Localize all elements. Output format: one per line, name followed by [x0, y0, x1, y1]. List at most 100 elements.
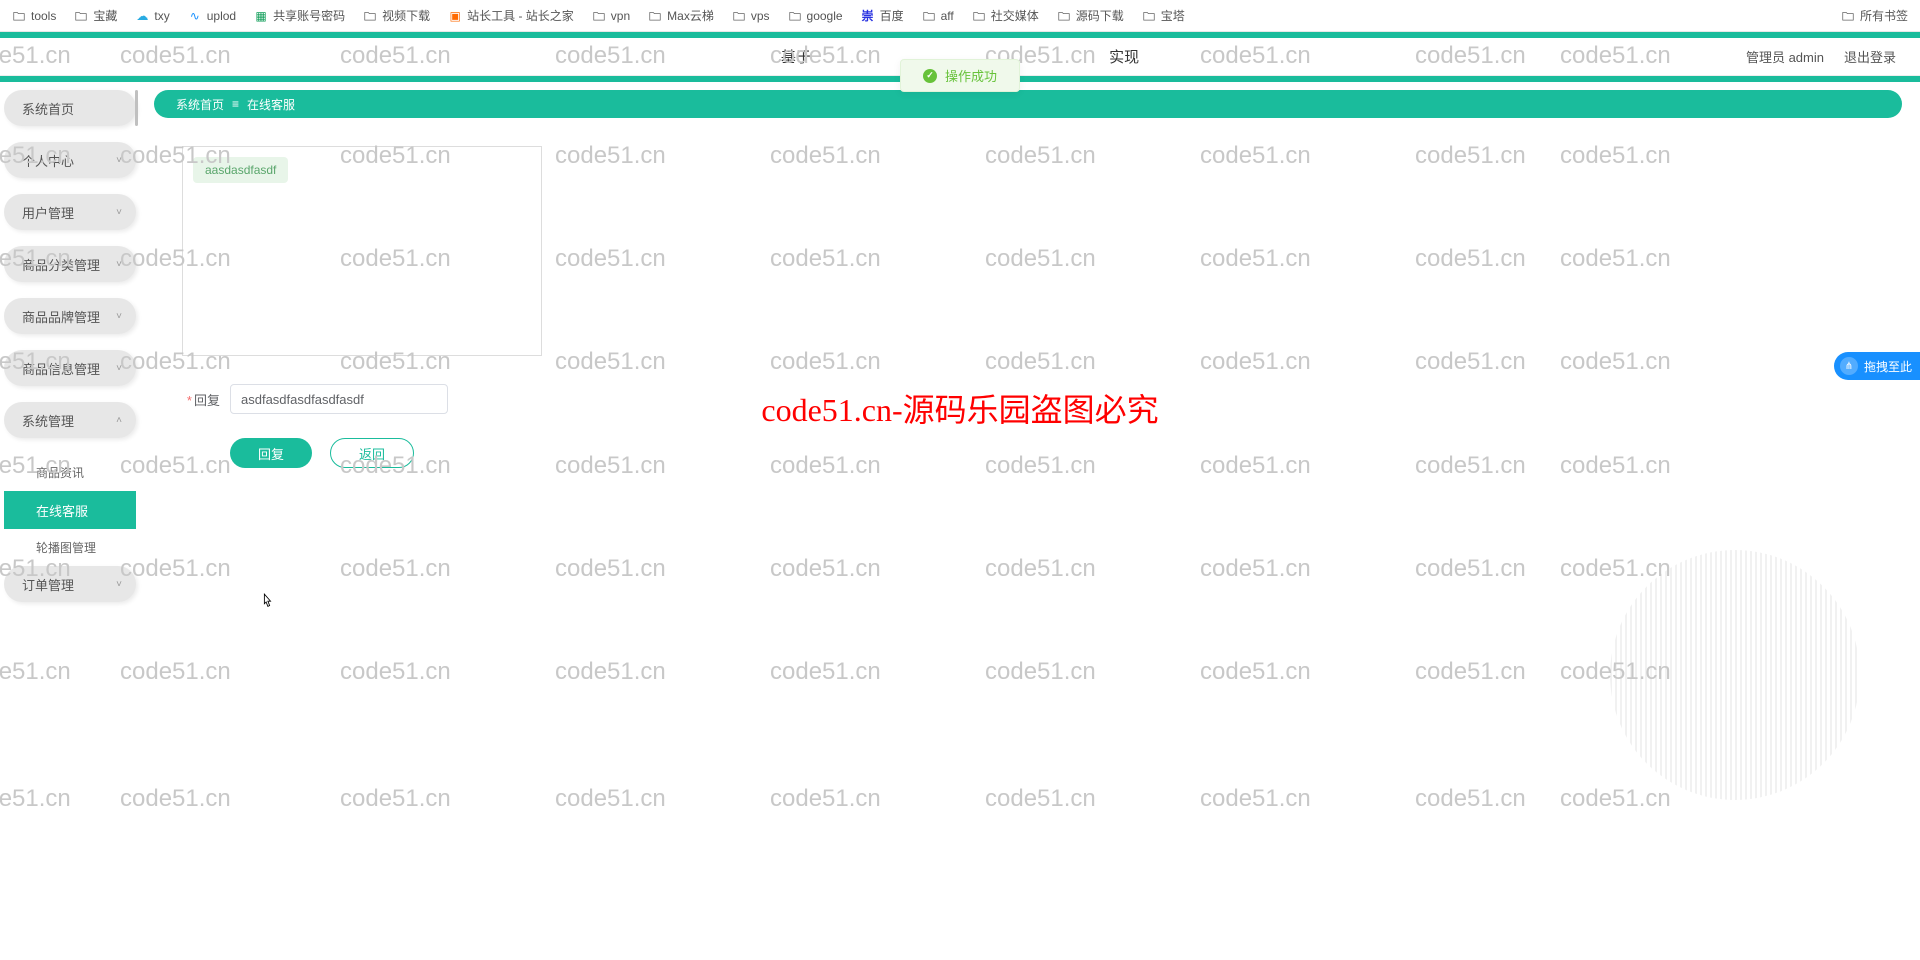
bookmark-label: 宝塔: [1161, 7, 1185, 24]
sidebar-item[interactable]: 商品品牌管理 ˅: [4, 298, 136, 334]
bookmarks-right: 所有书签: [1841, 7, 1908, 24]
logout-link[interactable]: 退出登录: [1844, 47, 1896, 66]
bookmark-item[interactable]: ∿ uplod: [188, 7, 236, 24]
bookmark-label: 宝藏: [93, 7, 117, 24]
chevron-icon: ˅: [116, 155, 122, 166]
bookmark-label: 共享账号密码: [273, 7, 345, 24]
sidebar-item-label: 系统首页: [22, 99, 74, 118]
folder-icon: [1057, 9, 1071, 23]
bookmark-label: vps: [751, 9, 770, 23]
bookmark-label: aff: [941, 9, 954, 23]
sidebar: 系统首页个人中心 ˅ 用户管理 ˅ 商品分类管理 ˅ 商品品牌管理 ˅ 商品信息管理 ˅ 系统管理 ˄…: [0, 90, 140, 960]
sidebar-item[interactable]: 系统管理 ˄: [4, 402, 136, 438]
sidebar-item[interactable]: 系统首页: [4, 90, 136, 126]
bookmark-item[interactable]: ☁ txy: [135, 7, 169, 24]
drag-here-badge[interactable]: ⋔ 拖拽至此: [1834, 352, 1920, 380]
bookmark-item[interactable]: 源码下载: [1057, 7, 1124, 24]
chevron-icon: ˅: [116, 363, 122, 374]
bookmark-label: 源码下载: [1076, 7, 1124, 24]
chevron-icon: ˅: [116, 311, 122, 322]
success-toast: ✓ 操作成功: [900, 59, 1020, 92]
sidebar-sub-item[interactable]: 轮播图管理: [4, 529, 136, 566]
bookmark-label: vpn: [611, 9, 630, 23]
sidebar-item[interactable]: 商品分类管理 ˅: [4, 246, 136, 282]
baidu-icon: 崇: [861, 9, 875, 23]
folder-icon: [1142, 9, 1156, 23]
breadcrumb-current: 在线客服: [247, 96, 295, 113]
chat-message: aasdasdfasdf: [193, 157, 288, 183]
toast-text: 操作成功: [945, 66, 997, 85]
folder-icon: [1841, 9, 1855, 23]
sidebar-item[interactable]: 商品信息管理 ˅: [4, 350, 136, 386]
bookmark-label: 百度: [880, 7, 904, 24]
sidebar-scrollbar[interactable]: [135, 90, 138, 126]
folder-icon: [732, 9, 746, 23]
fingerprint-circle-decoration: [1610, 550, 1860, 800]
sidebar-item-label: 商品品牌管理: [22, 307, 100, 326]
bookmark-item[interactable]: tools: [12, 7, 56, 24]
chat-history[interactable]: aasdasdfasdf: [182, 146, 542, 356]
folder-icon: [592, 9, 606, 23]
bookmarks-left: tools 宝藏 ☁ txy ∿ uplod ▦ 共享账号密码 视频下载 ▣ 站长工具 - 站长之家…: [12, 7, 1841, 24]
chevron-icon: ˄: [116, 415, 122, 426]
drag-here-label: 拖拽至此: [1864, 358, 1912, 375]
chevron-icon: ˅: [116, 259, 122, 270]
chevron-icon: ˅: [116, 207, 122, 218]
sidebar-item-label: 个人中心: [22, 151, 74, 170]
bookmark-item[interactable]: vps: [732, 7, 770, 24]
bookmark-item[interactable]: 视频下载: [363, 7, 430, 24]
bookmark-item[interactable]: 宝藏: [74, 7, 117, 24]
current-user-label[interactable]: 管理员 admin: [1746, 47, 1824, 66]
sidebar-item[interactable]: 个人中心 ˅: [4, 142, 136, 178]
bookmark-item[interactable]: aff: [922, 7, 954, 24]
share-icon: ⋔: [1840, 357, 1858, 375]
sidebar-item-label: 商品分类管理: [22, 255, 100, 274]
bookmark-label: google: [807, 9, 843, 23]
folder-icon: [12, 9, 26, 23]
bookmark-label: 所有书签: [1860, 7, 1908, 24]
bookmark-item[interactable]: google: [788, 7, 843, 24]
folder-icon: [74, 9, 88, 23]
back-button[interactable]: 返回: [330, 438, 414, 468]
bookmark-label: Max云梯: [667, 7, 714, 24]
script-icon: ∿: [188, 9, 202, 23]
folder-icon: [648, 9, 662, 23]
site-icon: ▣: [448, 9, 462, 23]
bookmark-item[interactable]: Max云梯: [648, 7, 714, 24]
breadcrumb: 系统首页 ≡ 在线客服: [154, 90, 1902, 118]
bookmark-item[interactable]: 宝塔: [1142, 7, 1185, 24]
check-icon: ✓: [923, 69, 937, 83]
reply-button[interactable]: 回复: [230, 438, 312, 468]
bookmark-item[interactable]: ▦ 共享账号密码: [254, 7, 345, 24]
sidebar-item[interactable]: 用户管理 ˅: [4, 194, 136, 230]
bookmark-item[interactable]: 社交媒体: [972, 7, 1039, 24]
bookmark-label: 站长工具 - 站长之家: [467, 7, 574, 24]
bookmark-item[interactable]: ▣ 站长工具 - 站长之家: [448, 7, 574, 24]
bookmark-item[interactable]: vpn: [592, 7, 630, 24]
sidebar-sub-item[interactable]: 在线客服: [4, 491, 136, 529]
bookmark-item[interactable]: 所有书签: [1841, 7, 1908, 24]
folder-icon: [972, 9, 986, 23]
sidebar-item-label: 商品信息管理: [22, 359, 100, 378]
sheet-icon: ▦: [254, 9, 268, 23]
sidebar-item-label: 用户管理: [22, 203, 74, 222]
sidebar-item-label: 系统管理: [22, 411, 74, 430]
sidebar-item-label: 订单管理: [22, 575, 74, 594]
sidebar-sub-item[interactable]: 商品资讯: [4, 454, 136, 491]
breadcrumb-home[interactable]: 系统首页: [176, 96, 224, 113]
folder-icon: [922, 9, 936, 23]
main-content: 系统首页 ≡ 在线客服 aasdasdfasdf *回复 回复 返回: [140, 90, 1920, 960]
bookmark-label: 视频下载: [382, 7, 430, 24]
bookmark-label: 社交媒体: [991, 7, 1039, 24]
reply-label: *回复: [174, 390, 220, 409]
sidebar-item[interactable]: 订单管理˅: [4, 566, 136, 602]
breadcrumb-sep: ≡: [232, 97, 239, 111]
folder-icon: [363, 9, 377, 23]
bookmark-label: uplod: [207, 9, 236, 23]
bookmark-label: txy: [154, 9, 169, 23]
folder-icon: [788, 9, 802, 23]
cloud-icon: ☁: [135, 9, 149, 23]
bookmark-item[interactable]: 崇百度: [861, 7, 904, 24]
bookmarks-bar: tools 宝藏 ☁ txy ∿ uplod ▦ 共享账号密码 视频下载 ▣ 站长工具 - 站长之家…: [0, 0, 1920, 32]
reply-input[interactable]: [230, 384, 448, 414]
